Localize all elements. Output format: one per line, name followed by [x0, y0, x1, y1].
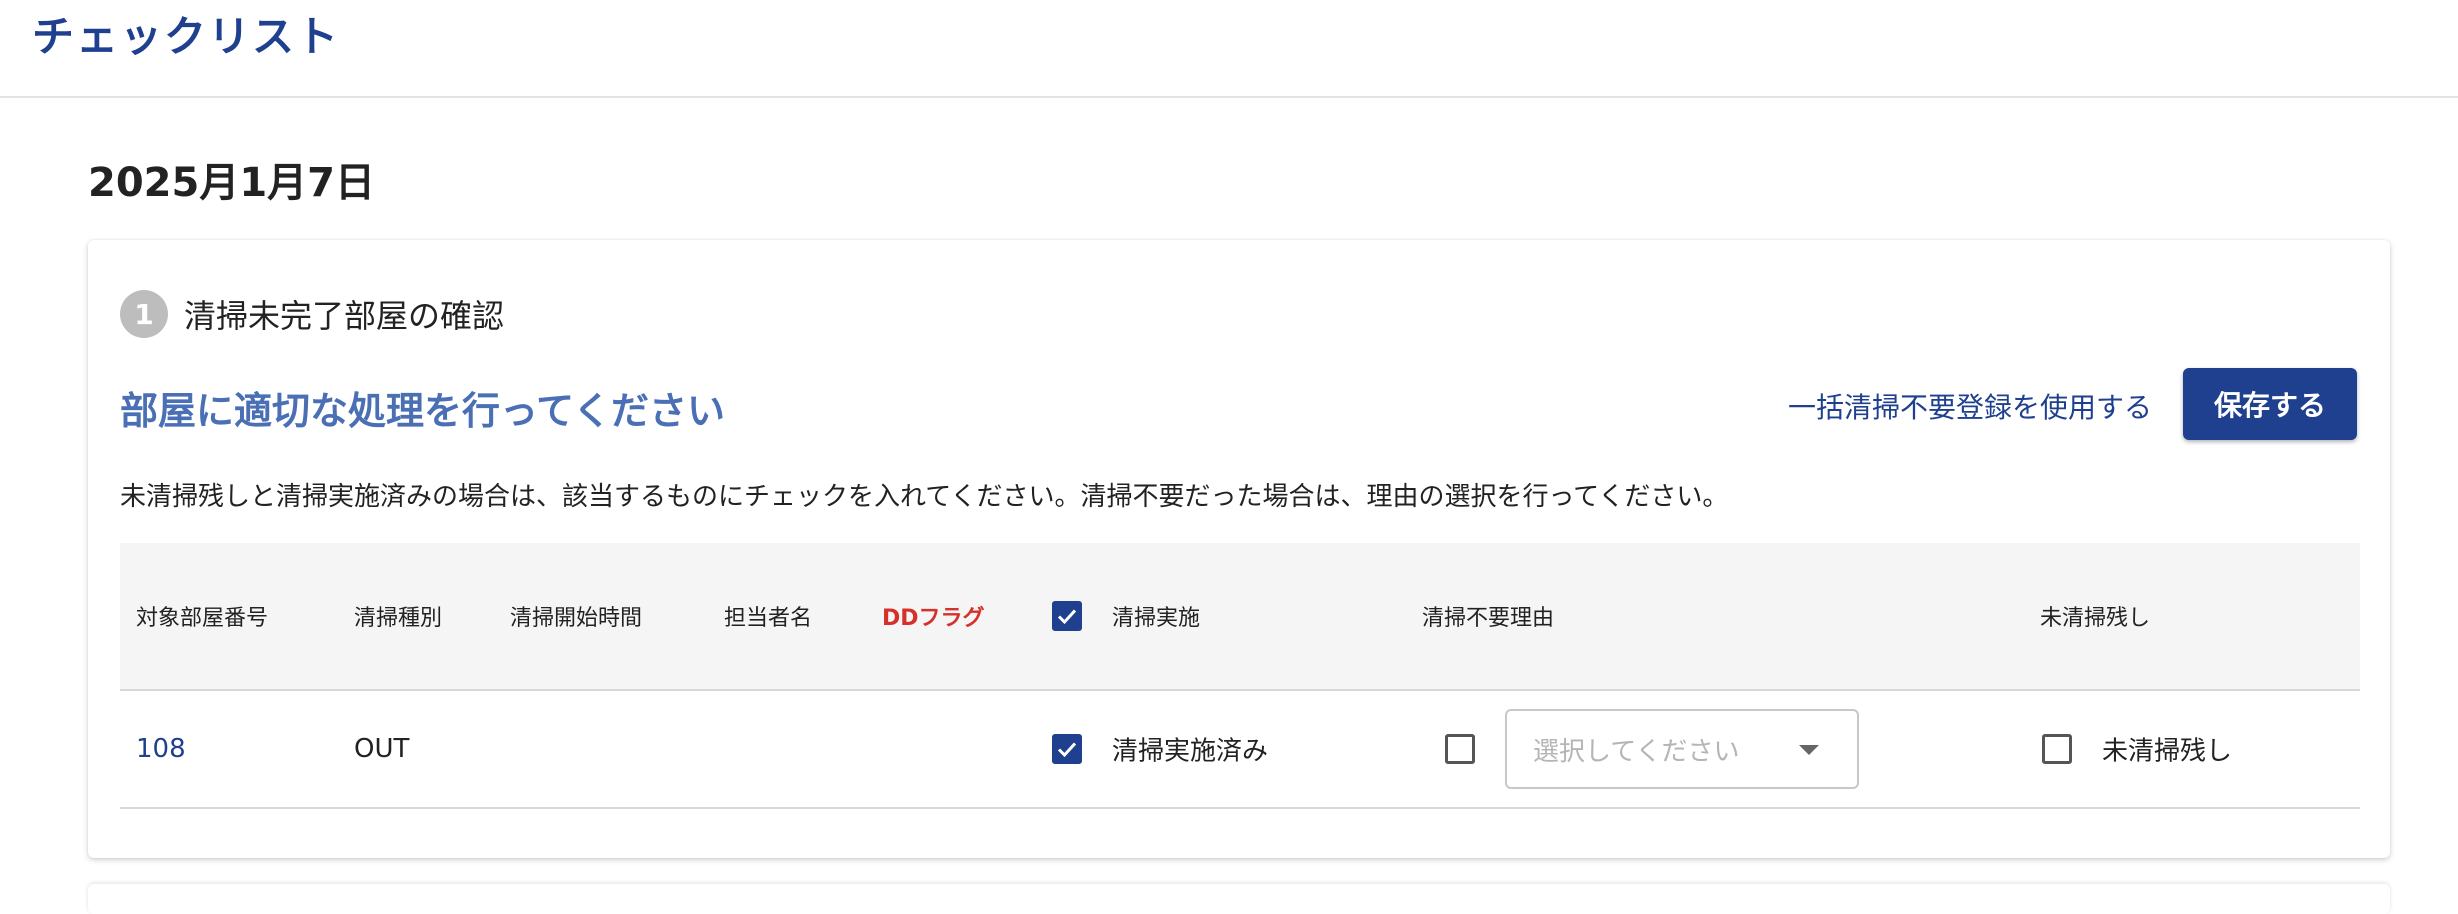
header-dd-flag: DDフラグ: [882, 606, 985, 631]
cleaning-type: OUT: [354, 734, 410, 764]
table-header: 対象部屋番号 清掃種別 清掃開始時間 担当者名 DDフラグ 清掃実施 清掃不要理…: [120, 543, 2360, 691]
chevron-down-icon: [1799, 745, 1819, 755]
table-row: 108 OUT 清掃実施済み 選択してください 未清掃残し: [120, 691, 2360, 809]
check-icon: [1057, 742, 1077, 758]
app-header: チェックリスト: [0, 0, 2458, 98]
checklist-card: 1 清掃未完了部屋の確認 部屋に適切な処理を行ってください 一括清掃不要登録を使…: [88, 240, 2390, 858]
cleaned-label: 清掃実施済み: [1112, 736, 1269, 767]
step-number-badge: 1: [120, 290, 168, 338]
header-unneeded-reason: 清掃不要理由: [1422, 606, 1555, 631]
header-uncleaned: 未清掃残し: [2040, 606, 2151, 631]
header-start-time: 清掃開始時間: [510, 606, 643, 631]
cleaned-checkbox[interactable]: [1052, 734, 1082, 764]
uncleaned-label: 未清掃残し: [2102, 736, 2233, 767]
step-header: 1 清掃未完了部屋の確認: [120, 290, 504, 338]
header-cleaned: 清掃実施: [1112, 606, 1201, 631]
header-staff: 担当者名: [724, 606, 813, 631]
header-type: 清掃種別: [354, 606, 443, 631]
rooms-table: 対象部屋番号 清掃種別 清掃開始時間 担当者名 DDフラグ 清掃実施 清掃不要理…: [120, 543, 2360, 809]
app-title: チェックリスト: [32, 11, 341, 61]
description-text: 未清掃残しと清掃実施済みの場合は、該当するものにチェックを入れてください。清掃不…: [120, 482, 1729, 512]
save-button[interactable]: 保存する: [2183, 368, 2357, 440]
header-room: 対象部屋番号: [136, 606, 269, 631]
next-section-card: [88, 884, 2390, 914]
step-title: 清掃未完了部屋の確認: [184, 297, 505, 335]
uncleaned-checkbox[interactable]: [2042, 734, 2072, 764]
reason-select-placeholder: 選択してください: [1533, 736, 1740, 767]
unneeded-checkbox[interactable]: [1445, 734, 1475, 764]
reason-select[interactable]: 選択してください: [1505, 709, 1859, 789]
instruction-heading: 部屋に適切な処理を行ってください: [120, 389, 725, 433]
bulk-unneeded-link[interactable]: 一括清掃不要登録を使用する: [1788, 386, 2152, 426]
date-heading: 2025月1月7日: [88, 160, 375, 206]
check-icon: [1057, 609, 1077, 625]
header-cleaned-checkbox[interactable]: [1052, 601, 1082, 631]
room-number-link[interactable]: 108: [136, 734, 186, 764]
